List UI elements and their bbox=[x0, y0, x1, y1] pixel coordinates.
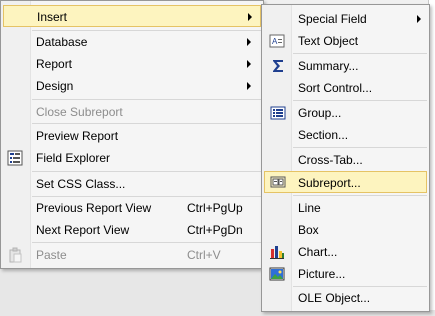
menu-item-label: Design bbox=[36, 79, 74, 93]
submenu-arrow-icon bbox=[248, 13, 252, 21]
menu-separator bbox=[32, 242, 261, 243]
menu-item-label: Special Field bbox=[298, 12, 367, 26]
field-explorer-icon bbox=[7, 150, 23, 166]
menu-item-label: Box bbox=[298, 223, 319, 237]
submenu-item-subreport[interactable]: Subreport... bbox=[264, 171, 427, 193]
submenu-item-picture[interactable]: Picture... bbox=[264, 263, 427, 285]
insert-submenu: Special Field A Text Object Summary... S… bbox=[261, 4, 430, 312]
submenu-arrow-icon bbox=[247, 38, 251, 46]
submenu-item-special-field[interactable]: Special Field bbox=[264, 8, 427, 30]
menu-separator bbox=[293, 100, 427, 101]
group-icon bbox=[270, 106, 286, 120]
text-object-icon: A bbox=[269, 34, 285, 48]
menu-item-shortcut: Ctrl+PgUp bbox=[187, 201, 243, 215]
bar-chart-icon bbox=[270, 246, 284, 259]
submenu-item-sort-control[interactable]: Sort Control... bbox=[264, 77, 427, 99]
submenu-arrow-icon bbox=[247, 60, 251, 68]
submenu-item-group[interactable]: Group... bbox=[264, 102, 427, 124]
submenu-item-cross-tab[interactable]: Cross-Tab... bbox=[264, 149, 427, 171]
menu-separator bbox=[293, 195, 427, 196]
menu-item-label: Sort Control... bbox=[298, 81, 373, 95]
submenu-item-section[interactable]: Section... bbox=[264, 124, 427, 146]
submenu-arrow-icon bbox=[417, 15, 421, 23]
menu-item-close-subreport: Close Subreport bbox=[3, 101, 261, 123]
menu-item-label: Report bbox=[36, 57, 73, 71]
submenu-item-summary[interactable]: Summary... bbox=[264, 55, 427, 77]
menu-item-set-css-class[interactable]: Set CSS Class... bbox=[3, 173, 261, 195]
menu-separator bbox=[293, 147, 427, 148]
menu-item-label: Line bbox=[298, 201, 321, 215]
menu-item-insert[interactable]: Insert bbox=[3, 5, 261, 27]
submenu-item-chart[interactable]: Chart... bbox=[264, 241, 427, 263]
sigma-icon bbox=[273, 60, 283, 72]
menu-item-label: Text Object bbox=[298, 34, 359, 48]
menu-item-label: Set CSS Class... bbox=[36, 177, 126, 191]
background-workspace bbox=[0, 268, 262, 316]
menu-item-paste: Paste Ctrl+V bbox=[3, 244, 261, 266]
menu-item-label: Next Report View bbox=[36, 223, 130, 237]
menu-item-label: Chart... bbox=[298, 245, 338, 259]
menu-item-previous-report-view[interactable]: Previous Report View Ctrl+PgUp bbox=[3, 197, 261, 219]
submenu-arrow-icon bbox=[247, 82, 251, 90]
context-menu: Insert Database Report Design Close Subr… bbox=[0, 0, 264, 269]
menu-item-label: Picture... bbox=[298, 267, 346, 281]
menu-item-label: Section... bbox=[298, 128, 349, 142]
menu-separator bbox=[32, 171, 261, 172]
paste-icon bbox=[9, 247, 22, 263]
picture-icon bbox=[269, 267, 285, 281]
menu-item-database[interactable]: Database bbox=[3, 31, 261, 53]
submenu-item-line[interactable]: Line bbox=[264, 197, 427, 219]
menu-item-label: Group... bbox=[298, 106, 342, 120]
menu-item-label: Close Subreport bbox=[36, 105, 123, 119]
menu-separator bbox=[32, 123, 261, 124]
menu-item-label: OLE Object... bbox=[298, 291, 371, 305]
menu-item-next-report-view[interactable]: Next Report View Ctrl+PgDn bbox=[3, 219, 261, 241]
menu-item-label: Cross-Tab... bbox=[298, 153, 363, 167]
submenu-item-ole-object[interactable]: OLE Object... bbox=[264, 287, 427, 309]
menu-item-shortcut: Ctrl+V bbox=[187, 248, 221, 262]
menu-item-label: Previous Report View bbox=[36, 201, 152, 215]
menu-item-preview-report[interactable]: Preview Report bbox=[3, 125, 261, 147]
menu-item-label: Subreport... bbox=[298, 176, 361, 190]
submenu-item-text-object[interactable]: A Text Object bbox=[264, 30, 427, 52]
menu-item-label: Preview Report bbox=[36, 129, 119, 143]
menu-item-design[interactable]: Design bbox=[3, 75, 261, 97]
menu-item-shortcut: Ctrl+PgDn bbox=[187, 223, 243, 237]
menu-item-label: Insert bbox=[37, 10, 68, 24]
menu-separator bbox=[32, 99, 261, 100]
menu-item-label: Field Explorer bbox=[36, 151, 111, 165]
menu-item-label: Summary... bbox=[298, 59, 359, 73]
subreport-icon bbox=[270, 176, 286, 188]
menu-item-report[interactable]: Report bbox=[3, 53, 261, 75]
svg-text:A: A bbox=[272, 37, 278, 46]
submenu-item-box[interactable]: Box bbox=[264, 219, 427, 241]
menu-separator bbox=[293, 53, 427, 54]
menu-item-field-explorer[interactable]: Field Explorer bbox=[3, 147, 261, 169]
menu-item-label: Database bbox=[36, 35, 88, 49]
menu-item-label: Paste bbox=[36, 248, 67, 262]
